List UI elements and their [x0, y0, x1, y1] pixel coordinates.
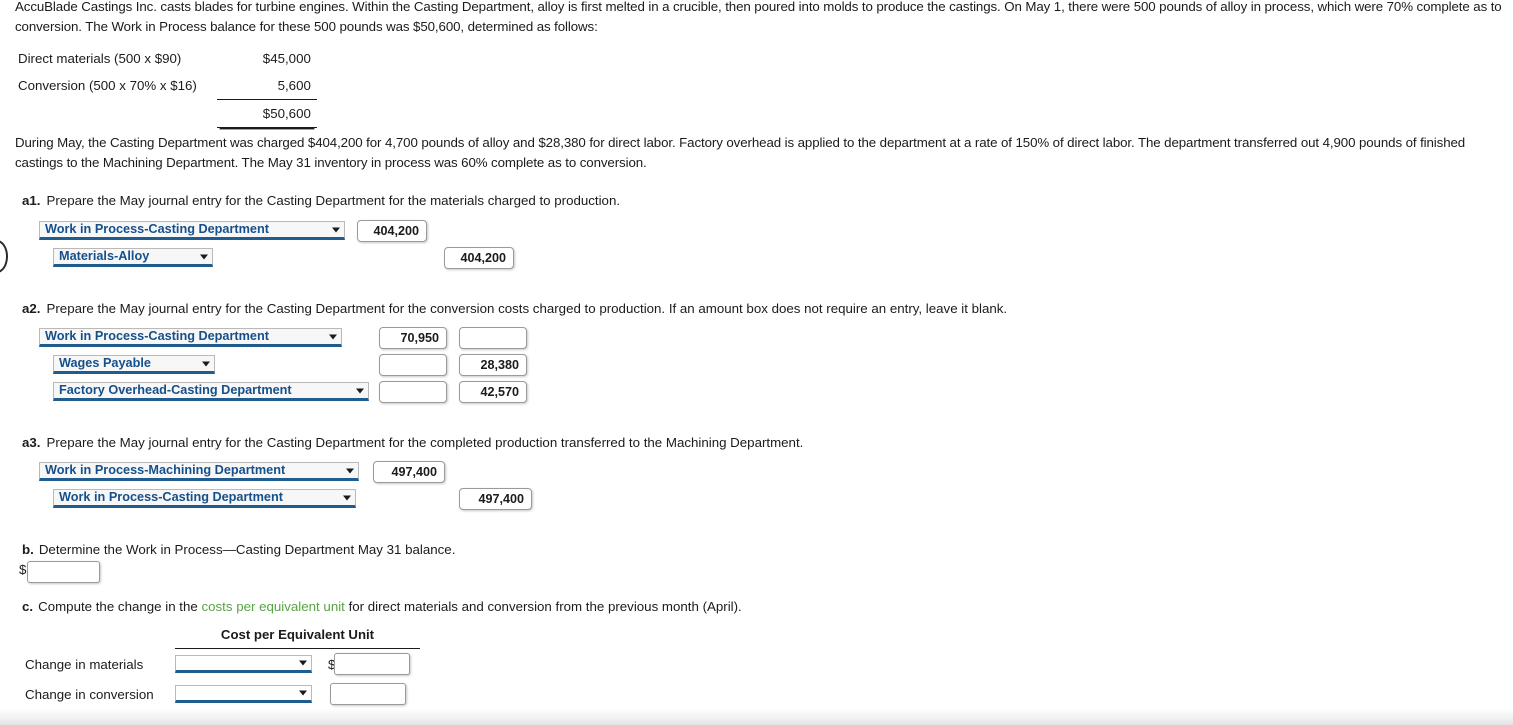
chevron-down-icon	[332, 227, 340, 232]
question-a3-prompt: a3. Prepare the May journal entry for the…	[22, 434, 803, 452]
a2-row1-account-select[interactable]: Work in Process-Casting Department	[39, 328, 342, 347]
a2-row3-account-label: Factory Overhead-Casting Department	[59, 383, 292, 397]
question-a1-tag: a1.	[22, 193, 41, 208]
page-edge-arc-artifact	[0, 240, 8, 273]
a2-row2-account-label: Wages Payable	[59, 356, 151, 370]
balance-row-label: Conversion (500 x 70% x $16)	[18, 78, 197, 94]
question-a3-text: Prepare the May journal entry for the Ca…	[46, 435, 804, 450]
c-row1-label: Change in materials	[25, 657, 144, 672]
table-row-total: $50,600	[18, 99, 317, 128]
a2-row3-credit-input[interactable]: 42,570	[459, 381, 527, 403]
a3-row1-account-select[interactable]: Work in Process-Machining Department	[39, 462, 359, 481]
table-row: Direct materials (500 x $90) $45,000	[18, 45, 317, 72]
b-dollar-sign: $	[19, 562, 27, 577]
table-header-divider	[175, 648, 420, 649]
balance-row-amount: $45,000	[262, 51, 311, 66]
a2-row1-credit-input[interactable]	[459, 327, 527, 349]
a3-row1-account-label: Work in Process-Machining Department	[45, 463, 286, 477]
c-row1-direction-select[interactable]	[175, 655, 312, 673]
balance-row-amount: 5,600	[277, 78, 311, 93]
a2-row1-debit-input[interactable]: 70,950	[379, 327, 447, 349]
page-bottom-strip	[0, 708, 1513, 726]
opening-balance-table: Direct materials (500 x $90) $45,000 Con…	[18, 45, 317, 128]
question-b-prompt: b. Determine the Work in Process—Casting …	[22, 541, 455, 559]
chevron-down-icon	[299, 660, 307, 666]
chevron-down-icon	[356, 388, 364, 393]
a2-row3-debit-input[interactable]	[379, 381, 447, 403]
question-c-text-after: for direct materials and conversion from…	[344, 599, 742, 614]
a2-row2-debit-input[interactable]	[379, 354, 447, 376]
chevron-down-icon	[202, 361, 210, 366]
chevron-down-icon	[343, 495, 351, 500]
chevron-down-icon	[299, 690, 307, 696]
b-balance-input[interactable]	[27, 561, 100, 583]
question-a1-text: Prepare the May journal entry for the Ca…	[46, 193, 621, 208]
chevron-down-icon	[346, 468, 354, 473]
balance-total-amount: $50,600	[216, 99, 317, 128]
chevron-down-icon	[200, 254, 208, 259]
a2-row2-credit-input[interactable]: 28,380	[459, 354, 527, 376]
a1-row1-debit-input[interactable]: 404,200	[357, 220, 427, 242]
question-b-text: Determine the Work in Process—Casting De…	[38, 542, 456, 557]
chevron-down-icon	[329, 334, 337, 339]
question-c-text-before: Compute the change in the	[38, 599, 202, 614]
a2-row2-account-select[interactable]: Wages Payable	[53, 355, 215, 374]
problem-intro-paragraph: AccuBlade Castings Inc. casts blades for…	[15, 0, 1502, 34]
exercise-page: AccuBlade Castings Inc. casts blades for…	[0, 0, 1513, 726]
a2-row3-account-select[interactable]: Factory Overhead-Casting Department	[53, 382, 369, 401]
question-c-tag: c.	[22, 599, 34, 614]
c-row2-direction-select[interactable]	[175, 685, 312, 703]
question-a1-prompt: a1. Prepare the May journal entry for the…	[22, 192, 620, 210]
may-activity-paragraph: During May, the Casting Department was c…	[15, 135, 1466, 170]
costs-per-equivalent-unit-link[interactable]: costs per equivalent unit	[201, 599, 344, 614]
a1-row2-account-label: Materials-Alloy	[59, 249, 150, 263]
question-a2-tag: a2.	[22, 301, 41, 316]
balance-row-label: Direct materials (500 x $90)	[18, 51, 182, 66]
a3-row2-account-select[interactable]: Work in Process-Casting Department	[53, 489, 356, 508]
a2-row1-account-label: Work in Process-Casting Department	[45, 329, 269, 343]
cost-per-equivalent-unit-header: Cost per Equivalent Unit	[220, 627, 375, 642]
a1-row1-account-label: Work in Process-Casting Department	[45, 222, 269, 236]
question-a2-prompt: a2. Prepare the May journal entry for the…	[22, 300, 1007, 318]
table-row: Conversion (500 x 70% x $16) 5,600	[18, 72, 317, 100]
a3-row1-debit-input[interactable]: 497,400	[373, 461, 445, 483]
a3-row2-credit-input[interactable]: 497,400	[459, 488, 532, 510]
c-row1-amount-input[interactable]	[334, 653, 410, 675]
question-a3-tag: a3.	[22, 435, 41, 450]
a3-row2-account-label: Work in Process-Casting Department	[59, 490, 283, 504]
question-b-tag: b.	[22, 542, 34, 557]
balance-total-label	[18, 100, 217, 128]
c-row2-amount-input[interactable]	[330, 683, 406, 705]
question-a2-text: Prepare the May journal entry for the Ca…	[46, 301, 1008, 316]
a1-row2-credit-input[interactable]: 404,200	[444, 247, 514, 269]
a1-row2-account-select[interactable]: Materials-Alloy	[53, 248, 213, 267]
a1-row1-account-select[interactable]: Work in Process-Casting Department	[39, 221, 345, 240]
question-c-prompt: c. Compute the change in the costs per eq…	[22, 598, 742, 616]
c-row2-label: Change in conversion	[25, 687, 154, 702]
